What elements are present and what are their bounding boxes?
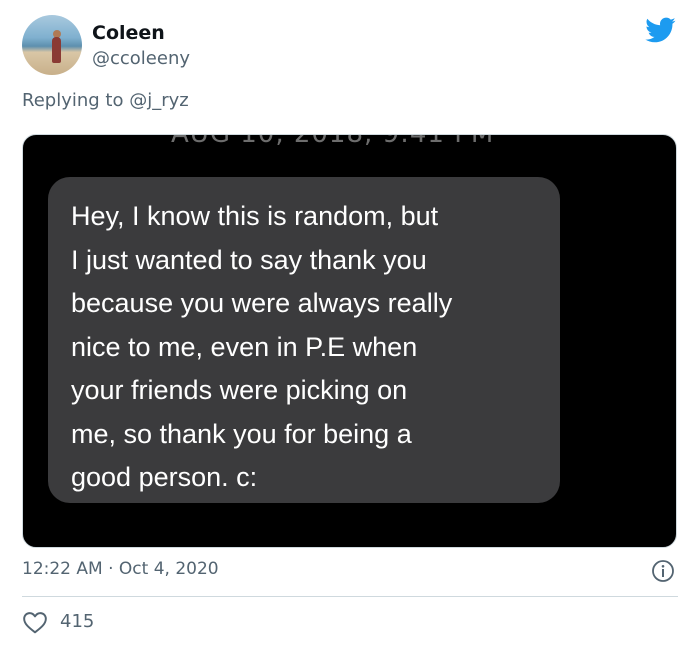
message-date-cutoff: AUG 10, 2018, 9:41 PM [171,134,495,149]
avatar[interactable] [22,15,82,75]
message-line: nice to me, even in P.E when [71,331,418,362]
info-icon[interactable] [651,559,675,583]
tweet-timestamp[interactable]: 12:22 AM · Oct 4, 2020 [22,559,219,579]
author-name[interactable]: Coleen [92,22,165,44]
message-line: Hey, I know this is random, but [71,201,439,231]
message-text: Hey, I know this is random, but I just w… [71,195,551,500]
tweet-media-screenshot[interactable]: AUG 10, 2018, 9:41 PM Hey, I know this i… [22,134,677,548]
message-line: good person. c: [71,462,258,492]
replying-prefix: Replying to [22,90,130,111]
message-line: me, so thank you for being a [71,418,412,449]
twitter-bird-icon[interactable] [642,14,678,46]
replying-to: Replying to @j_ryz [22,90,189,111]
divider [22,596,678,597]
message-line: I just wanted to say thank you [71,244,427,275]
replying-mention-link[interactable]: @j_ryz [129,90,189,111]
author-handle[interactable]: @ccoleeny [92,48,190,69]
like-count[interactable]: 415 [60,611,94,632]
message-line: your friends were picking on [71,375,408,405]
message-line: because you were always really [71,288,453,318]
avatar-figure-body [52,37,61,63]
heart-icon[interactable] [22,610,48,634]
